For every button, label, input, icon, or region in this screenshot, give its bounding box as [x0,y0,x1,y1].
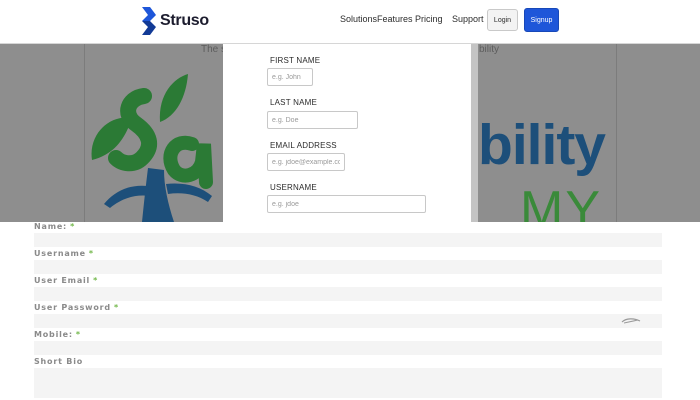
sustainability-tree-logo-icon [91,74,213,222]
last-name-label: LAST NAME [270,98,317,107]
hero-brand-word: bility [478,113,606,177]
required-mark: * [75,330,81,339]
first-name-input[interactable] [267,68,313,86]
username-label: USERNAME [270,183,317,192]
struso-logo-icon [142,7,156,35]
user-password-input[interactable] [34,314,662,328]
hero-frame-left [84,44,85,222]
required-mark: * [88,249,94,258]
email-address-label: EMAIL ADDRESS [270,141,337,150]
required-mark: * [113,303,119,312]
top-navbar: Struso Solutions Features Pricing Suppor… [0,0,700,44]
last-name-input[interactable] [267,111,358,129]
nav-link-support[interactable]: Support [452,14,484,24]
user-password-label: User Password * [34,303,119,312]
username-label: Username * [34,249,94,258]
user-email-label: User Email * [34,276,99,285]
brand-name: Struso [160,12,209,29]
nav-link-features[interactable]: Features [377,14,413,24]
modal-scrollbar[interactable] [471,44,478,222]
required-mark: * [70,222,76,231]
user-email-input[interactable] [34,287,662,301]
short-bio-textarea[interactable] [34,368,662,398]
mobile-label: Mobile: * [34,330,81,339]
name-label: Name: * [34,222,76,231]
password-visibility-icon[interactable] [620,317,642,325]
email-address-input[interactable] [267,153,345,171]
hero-frame-right [616,44,617,222]
short-bio-label: Short Bio [34,357,84,366]
profile-form: Name: * Username * User Email * User Passwo… [0,222,700,400]
brand-logo[interactable]: Struso [141,7,209,35]
hero-tagline-right: bility [479,44,500,55]
nav-link-solutions[interactable]: Solutions [340,14,377,24]
signup-button[interactable]: Signup [524,8,559,32]
first-name-label: FIRST NAME [270,56,321,65]
login-button[interactable]: Login [487,9,518,31]
nav-link-pricing[interactable]: Pricing [415,14,443,24]
mobile-input[interactable] [34,341,662,355]
username-input[interactable] [34,260,662,274]
required-mark: * [93,276,99,285]
username-input[interactable] [267,195,426,213]
name-input[interactable] [34,233,662,247]
signup-modal: FIRST NAME LAST NAME EMAIL ADDRESS USERN… [223,44,478,222]
